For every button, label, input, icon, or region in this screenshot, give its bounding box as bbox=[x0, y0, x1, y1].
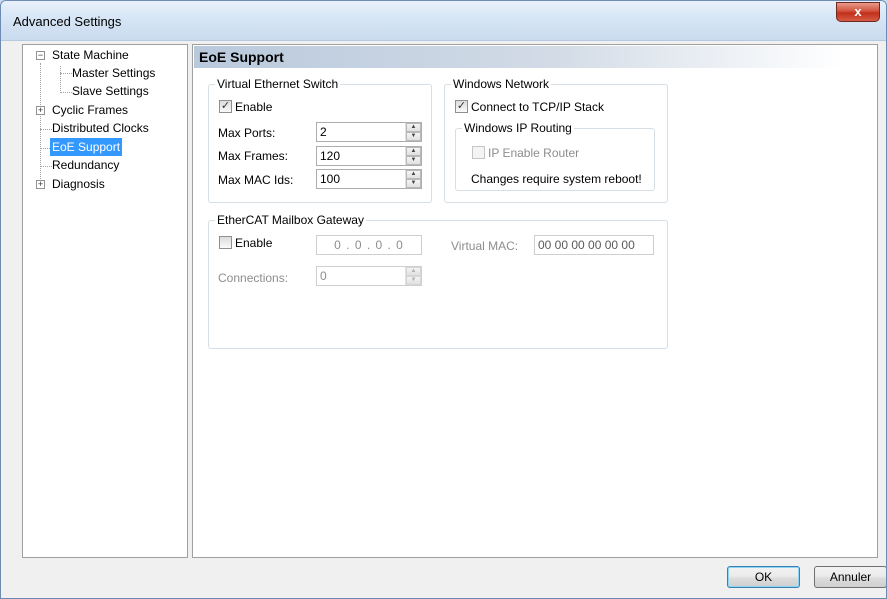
vswitch-enable-label[interactable]: Enable bbox=[235, 100, 272, 114]
tree-item-master-settings[interactable]: Master Settings bbox=[70, 64, 157, 82]
tree-item-slave-settings[interactable]: Slave Settings bbox=[70, 82, 151, 100]
gateway-ip-field[interactable]: 0 . 0 . 0 . 0 bbox=[316, 235, 422, 255]
settings-tree[interactable]: − State Machine Master Settings Slave Se… bbox=[22, 44, 188, 558]
connections-stepper[interactable]: 0 ▲ ▼ bbox=[316, 266, 422, 286]
max-frames-up-icon[interactable]: ▲ bbox=[406, 147, 421, 156]
max-ports-up-icon[interactable]: ▲ bbox=[406, 123, 421, 132]
connect-tcpip-checkbox[interactable]: ✓ bbox=[455, 100, 468, 113]
ok-button[interactable]: OK bbox=[727, 566, 800, 588]
gateway-enable-label[interactable]: Enable bbox=[235, 236, 272, 250]
max-mac-ids-down-icon[interactable]: ▼ bbox=[406, 179, 421, 188]
virtual-ethernet-switch-legend: Virtual Ethernet Switch bbox=[217, 77, 339, 91]
gateway-enable-checkbox[interactable] bbox=[219, 236, 232, 249]
windows-ip-routing-legend: Windows IP Routing bbox=[464, 121, 572, 135]
max-mac-ids-up-icon[interactable]: ▲ bbox=[406, 170, 421, 179]
max-mac-ids-label: Max MAC Ids: bbox=[218, 173, 294, 187]
expand-cyclic-frames-icon[interactable]: + bbox=[36, 106, 45, 115]
expand-diagnosis-icon[interactable]: + bbox=[36, 180, 45, 189]
eoe-support-panel: EoE Support Virtual Ethernet Switch ✓ En… bbox=[192, 44, 878, 558]
max-mac-ids-value: 100 bbox=[320, 172, 341, 186]
max-ports-value: 2 bbox=[320, 125, 327, 139]
connect-tcpip-label[interactable]: Connect to TCP/IP Stack bbox=[471, 100, 604, 114]
virtual-mac-label: Virtual MAC: bbox=[451, 239, 519, 253]
tree-item-redundancy[interactable]: Redundancy bbox=[50, 156, 121, 174]
tree-item-diagnosis[interactable]: Diagnosis bbox=[50, 175, 107, 193]
panel-title: EoE Support bbox=[194, 46, 844, 68]
max-frames-value: 120 bbox=[320, 149, 341, 163]
max-ports-label: Max Ports: bbox=[218, 126, 276, 140]
tree-item-cyclic-frames[interactable]: Cyclic Frames bbox=[50, 101, 130, 119]
windows-network-legend: Windows Network bbox=[453, 77, 550, 91]
tree-item-eoe-support[interactable]: EoE Support bbox=[50, 138, 123, 156]
cancel-button[interactable]: Annuler bbox=[814, 566, 886, 588]
advanced-settings-window: Advanced Settings x − State Machine Mast… bbox=[0, 0, 887, 599]
ip-enable-router-label[interactable]: IP Enable Router bbox=[488, 146, 579, 160]
title-bar: Advanced Settings x bbox=[1, 1, 886, 41]
connections-up-icon[interactable]: ▲ bbox=[406, 267, 421, 276]
max-mac-ids-stepper[interactable]: 100 ▲ ▼ bbox=[316, 169, 422, 189]
vswitch-enable-checkbox[interactable]: ✓ bbox=[219, 100, 232, 113]
max-ports-down-icon[interactable]: ▼ bbox=[406, 132, 421, 141]
connections-down-icon[interactable]: ▼ bbox=[406, 276, 421, 285]
tree-item-distributed-clocks[interactable]: Distributed Clocks bbox=[50, 119, 151, 137]
dialog-body: − State Machine Master Settings Slave Se… bbox=[9, 41, 886, 593]
window-title: Advanced Settings bbox=[13, 14, 122, 29]
ip-enable-router-checkbox[interactable] bbox=[472, 146, 485, 159]
collapse-state-machine-icon[interactable]: − bbox=[36, 51, 45, 60]
ethercat-mailbox-gateway-legend: EtherCAT Mailbox Gateway bbox=[217, 213, 364, 227]
reboot-note: Changes require system reboot! bbox=[471, 172, 642, 186]
max-ports-stepper[interactable]: 2 ▲ ▼ bbox=[316, 122, 422, 142]
max-frames-label: Max Frames: bbox=[218, 149, 289, 163]
close-button[interactable]: x bbox=[836, 2, 880, 22]
max-frames-down-icon[interactable]: ▼ bbox=[406, 156, 421, 165]
connections-label: Connections: bbox=[218, 271, 289, 285]
max-frames-stepper[interactable]: 120 ▲ ▼ bbox=[316, 146, 422, 166]
connections-value: 0 bbox=[320, 269, 327, 283]
virtual-mac-field[interactable]: 00 00 00 00 00 00 bbox=[534, 235, 654, 255]
tree-item-state-machine[interactable]: State Machine bbox=[50, 46, 131, 64]
